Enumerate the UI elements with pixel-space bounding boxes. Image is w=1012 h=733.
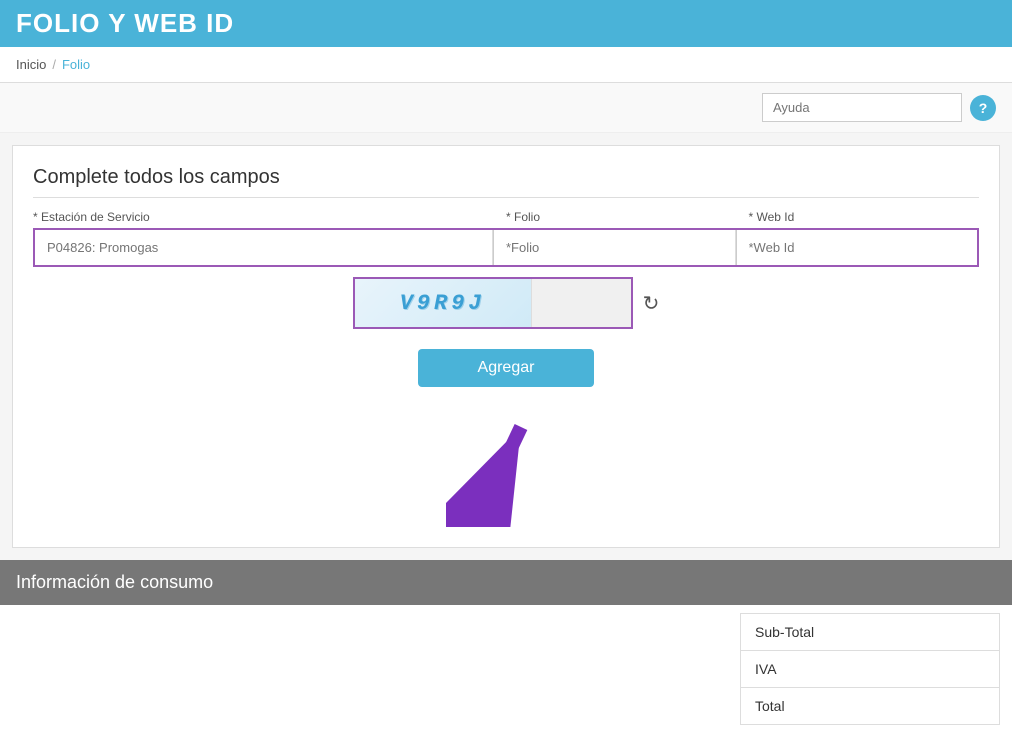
total-row: Total — [741, 688, 999, 724]
iva-label: IVA — [755, 661, 777, 677]
form-section-title: Complete todos los campos — [33, 166, 979, 198]
field-labels: * Estación de Servicio * Folio * Web Id — [33, 210, 979, 224]
webid-input[interactable] — [736, 230, 978, 265]
arrow-annotation — [33, 407, 979, 527]
station-input[interactable] — [35, 230, 493, 265]
summary-area: Sub-Total IVA Total — [0, 605, 1012, 733]
info-section: Información de consumo Sub-Total IVA Tot… — [0, 560, 1012, 733]
agregar-button[interactable]: Agregar — [418, 349, 595, 387]
folio-input[interactable] — [493, 230, 736, 265]
page-title: FOLIO Y WEB ID — [16, 8, 234, 39]
captcha-row: V9R9J ↻ — [33, 277, 979, 329]
form-fields-container — [33, 228, 979, 267]
station-label: * Estación de Servicio — [33, 210, 494, 224]
help-input[interactable] — [762, 93, 962, 122]
captcha-image: V9R9J — [355, 279, 531, 327]
main-content: Complete todos los campos * Estación de … — [12, 145, 1000, 548]
refresh-captcha-button[interactable]: ↻ — [643, 291, 660, 316]
breadcrumb: Inicio / Folio — [0, 47, 1012, 83]
breadcrumb-current[interactable]: Folio — [62, 57, 90, 72]
folio-label: * Folio — [494, 210, 737, 224]
help-button[interactable]: ? — [970, 95, 996, 121]
breadcrumb-separator: / — [52, 57, 56, 72]
help-bar: ? — [0, 83, 1012, 133]
subtotal-row: Sub-Total — [741, 614, 999, 651]
webid-label: * Web Id — [737, 210, 980, 224]
captcha-box: V9R9J — [353, 277, 633, 329]
subtotal-label: Sub-Total — [755, 624, 814, 640]
total-label: Total — [755, 698, 785, 714]
page-header: FOLIO Y WEB ID — [0, 0, 1012, 47]
summary-table: Sub-Total IVA Total — [740, 613, 1000, 725]
captcha-input[interactable] — [531, 279, 631, 327]
arrow-svg — [446, 407, 566, 527]
iva-row: IVA — [741, 651, 999, 688]
breadcrumb-home[interactable]: Inicio — [16, 57, 46, 72]
info-section-header: Información de consumo — [0, 560, 1012, 605]
refresh-icon: ↻ — [643, 293, 660, 315]
